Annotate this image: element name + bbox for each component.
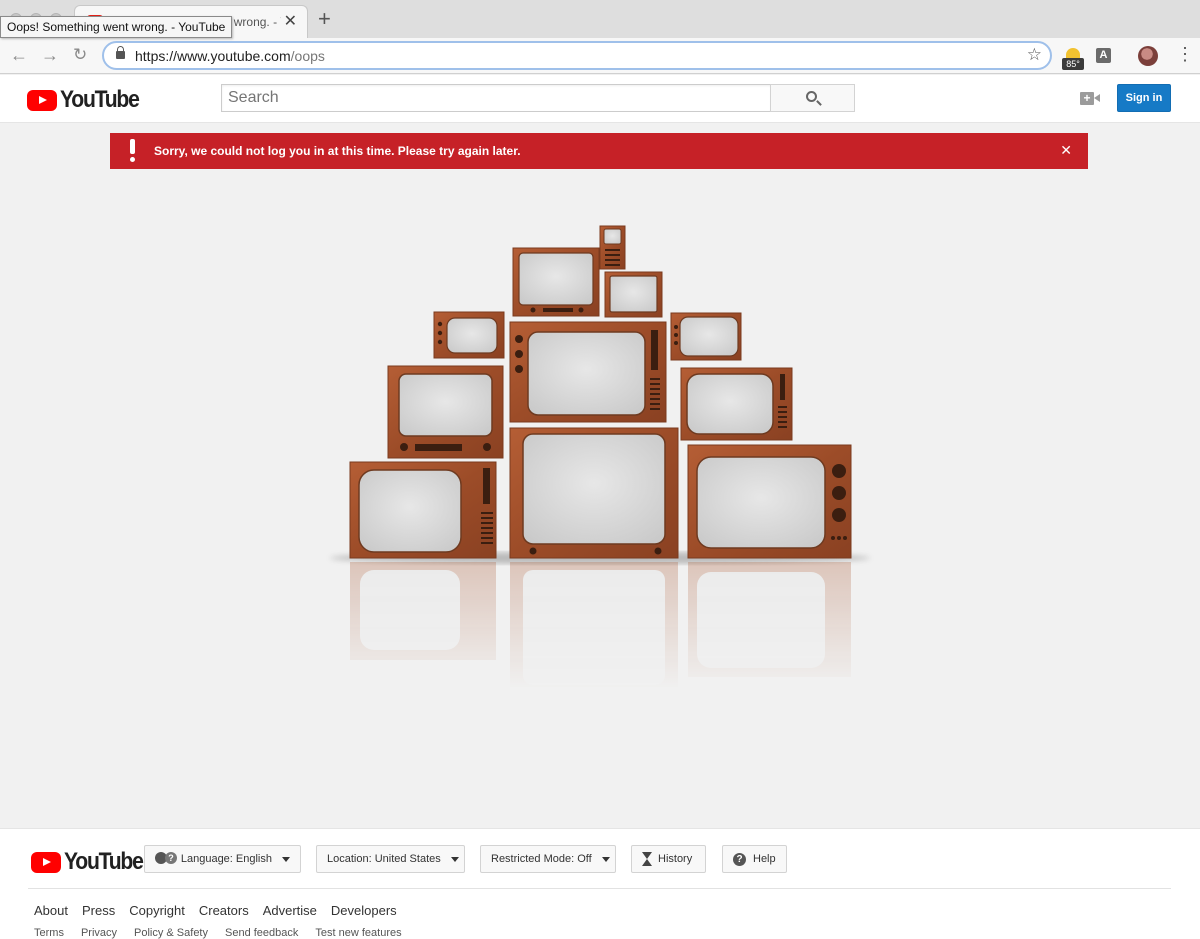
url-path: /oops	[290, 48, 325, 64]
footer-link-creators[interactable]: Creators	[199, 903, 249, 918]
sun-icon	[1066, 48, 1080, 58]
tab-close-icon[interactable]: ✕	[284, 11, 297, 31]
footer-link-developers[interactable]: Developers	[331, 903, 397, 918]
plus-icon: +	[1083, 91, 1091, 105]
tab-tooltip: Oops! Something went wrong. - YouTube	[0, 16, 233, 38]
tv-upper-right	[670, 312, 742, 361]
search-button[interactable]	[770, 84, 855, 112]
alert-message: Sorry, we could not log you in at this t…	[154, 144, 521, 158]
footer-link-advertise[interactable]: Advertise	[263, 903, 317, 918]
tv-middle-right	[680, 367, 793, 441]
location-label: Location: United States	[327, 853, 441, 865]
back-arrow-icon[interactable]: ←	[10, 44, 28, 66]
footer-primary-links: About Press Copyright Creators Advertise…	[34, 903, 397, 918]
new-tab-plus-icon[interactable]: +	[318, 8, 331, 30]
footer-link-about[interactable]: About	[34, 903, 68, 918]
footer-link-copyright[interactable]: Copyright	[129, 903, 185, 918]
footer-secondary-links: Terms Privacy Policy & Safety Send feedb…	[34, 927, 402, 939]
url-host: https://www.youtube.com	[135, 48, 291, 64]
search-icon	[806, 91, 817, 102]
tv-top-left	[512, 247, 600, 317]
address-bar[interactable]: https://www.youtube.com/oops ☆	[102, 41, 1052, 70]
tv-middle-left	[387, 365, 504, 459]
browser-menu-icon[interactable]: ⋮	[1176, 44, 1194, 64]
footer-link-test-features[interactable]: Test new features	[315, 927, 401, 939]
history-button[interactable]: History	[631, 845, 706, 873]
help-button[interactable]: ? Help	[722, 845, 787, 873]
tv-upper-left	[433, 311, 505, 359]
exclamation-dot	[130, 157, 135, 162]
lock-icon	[116, 46, 125, 59]
chevron-down-icon	[282, 856, 290, 862]
footer-divider	[28, 888, 1171, 889]
browser-toolbar: ← → ↻ https://www.youtube.com/oops ☆ 85°…	[0, 38, 1200, 74]
profile-avatar[interactable]	[1138, 46, 1158, 66]
error-alert: Sorry, we could not log you in at this t…	[110, 133, 1088, 169]
hourglass-icon	[642, 852, 652, 866]
history-label: History	[658, 853, 693, 865]
location-button[interactable]: Location: United States	[316, 845, 465, 873]
tv-bottom-left	[349, 461, 497, 559]
bookmark-star-icon[interactable]: ☆	[1027, 45, 1042, 65]
language-people-icon: ?	[155, 852, 177, 866]
footer-link-send-feedback[interactable]: Send feedback	[225, 927, 298, 939]
footer-link-policy-safety[interactable]: Policy & Safety	[134, 927, 208, 939]
yt-footer: YouTube ? Language: English Location: Un…	[0, 828, 1200, 939]
extension-a-icon[interactable]: A	[1096, 48, 1111, 63]
help-icon: ?	[733, 852, 746, 866]
language-button[interactable]: ? Language: English	[144, 845, 301, 873]
help-label: Help	[753, 853, 776, 865]
weather-temp: 85°	[1062, 58, 1084, 70]
chevron-down-icon	[450, 856, 459, 862]
chevron-down-icon	[601, 856, 610, 862]
exclamation-icon	[130, 139, 136, 163]
sign-in-button[interactable]: Sign in	[1117, 84, 1171, 112]
youtube-play-icon	[31, 851, 61, 873]
camera-lens	[1094, 94, 1100, 102]
reload-icon[interactable]: ↻	[73, 44, 87, 66]
language-label: Language: English	[180, 853, 272, 865]
browser-tab-bar: Oops! Something went wrong. - YouTube ✕ …	[0, 0, 1200, 38]
footer-link-terms[interactable]: Terms	[34, 927, 64, 939]
tv-bottom-center	[509, 427, 679, 559]
yt-header: YouTube + Sign in	[0, 75, 1200, 123]
weather-extension-icon[interactable]: 85°	[1062, 48, 1084, 70]
forward-arrow-icon[interactable]: →	[41, 44, 59, 66]
tv-bottom-right	[687, 444, 852, 559]
tv-top-tiny	[599, 225, 626, 270]
youtube-play-icon	[27, 89, 57, 111]
exclamation-bar	[130, 139, 135, 154]
tv-pile-illustration	[330, 225, 870, 687]
upload-video-icon[interactable]: +	[1080, 92, 1100, 105]
youtube-logo[interactable]: YouTube	[27, 86, 149, 114]
alert-close-icon[interactable]: ✕	[1060, 142, 1072, 158]
tv-middle-center	[509, 321, 667, 423]
footer-youtube-logo[interactable]: YouTube	[31, 848, 153, 876]
footer-logo-text: YouTube	[64, 848, 144, 875]
tv-top-small	[604, 271, 663, 318]
search-input[interactable]	[221, 84, 771, 112]
restricted-mode-label: Restricted Mode: Off	[491, 853, 592, 865]
youtube-logo-text: YouTube	[60, 86, 140, 113]
footer-link-press[interactable]: Press	[82, 903, 115, 918]
address-url[interactable]: https://www.youtube.com/oops	[135, 48, 325, 64]
tv-reflection	[350, 562, 851, 687]
footer-link-privacy[interactable]: Privacy	[81, 927, 117, 939]
restricted-mode-button[interactable]: Restricted Mode: Off	[480, 845, 616, 873]
